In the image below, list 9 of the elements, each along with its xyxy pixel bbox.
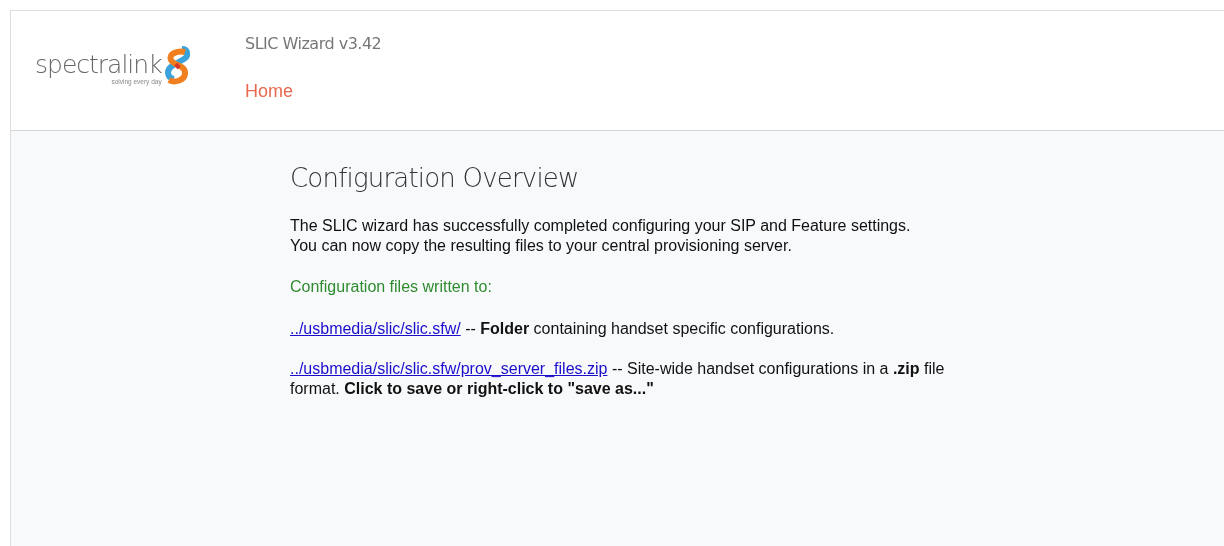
app-title: SLIC Wizard v3.42 [245, 33, 382, 55]
file-description: ../usbmedia/slic/slic.sfw/ -- Folder containing handset specific configurations. [290, 319, 836, 339]
intro-text: The SLIC wizard has successfully completed configuring your SIP and Feature settings. [290, 216, 912, 236]
file-link[interactable]: ../usbmedia/slic/slic.sfw/prov_server_files.zip [290, 360, 608, 377]
page-heading: Configuration Overview [290, 162, 580, 195]
file-description: ../usbmedia/slic/slic.sfw/prov_server_files.zip -- Site-wide handset configurations in a .zip file format. Click to save or right-click to "save as..." [290, 359, 946, 399]
file-link[interactable]: ../usbmedia/slic/slic.sfw/ [290, 320, 461, 337]
files-label: Configuration files written to: [290, 277, 493, 297]
intro-text: You can now copy the resulting files to your central provisioning server. [290, 236, 793, 256]
